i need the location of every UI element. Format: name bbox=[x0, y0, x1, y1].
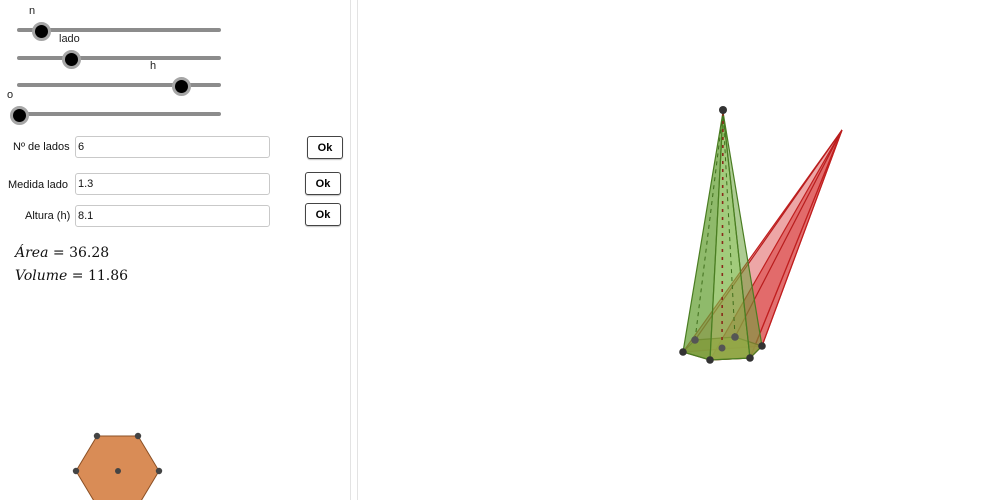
base-vertex-point[interactable] bbox=[679, 348, 687, 356]
hexagon-vertex-point[interactable] bbox=[134, 432, 142, 440]
hexagon-base-view[interactable] bbox=[0, 420, 350, 500]
volume-result: Volume = 11.86 bbox=[15, 268, 128, 284]
area-equals: = bbox=[52, 245, 65, 261]
field-side-length-label: Medida lado bbox=[8, 179, 68, 191]
volume-label: Volume bbox=[15, 268, 68, 284]
side-length-input[interactable] bbox=[75, 173, 270, 195]
hexagon-center-point[interactable] bbox=[115, 468, 121, 474]
volume-equals: = bbox=[71, 268, 84, 284]
num-sides-ok-button[interactable]: Ok bbox=[307, 136, 343, 159]
slider-lado-track[interactable] bbox=[17, 56, 221, 60]
field-height-label: Altura (h) bbox=[25, 210, 71, 222]
hexagon-vertex-point[interactable] bbox=[155, 467, 163, 475]
num-sides-input[interactable] bbox=[75, 136, 270, 158]
hexagon-vertex-point[interactable] bbox=[93, 432, 101, 440]
base-vertex-point[interactable] bbox=[758, 342, 766, 350]
height-ok-button[interactable]: Ok bbox=[305, 203, 341, 226]
slider-o-label: o bbox=[7, 89, 14, 101]
green-pyramid bbox=[682, 111, 763, 361]
slider-h-label: h bbox=[150, 60, 157, 72]
slider-o-track[interactable] bbox=[17, 112, 221, 116]
algebra-panel: n lado h o Nº de lados Ok Medida lado Ok… bbox=[0, 0, 350, 500]
area-result: Área = 36.28 bbox=[15, 245, 109, 261]
slider-lado-label: lado bbox=[59, 33, 80, 45]
field-num-sides-label: Nº de lados bbox=[13, 141, 70, 153]
hexagon-vertex-point[interactable] bbox=[72, 467, 80, 475]
slider-n-handle[interactable] bbox=[32, 22, 51, 41]
area-value: 36.28 bbox=[69, 245, 110, 261]
panel-divider[interactable] bbox=[350, 0, 358, 500]
graphics-3d-view[interactable] bbox=[358, 0, 1000, 500]
base-vertex-point[interactable] bbox=[731, 333, 739, 341]
base-vertex-point[interactable] bbox=[746, 354, 754, 362]
apex-point[interactable] bbox=[719, 106, 727, 114]
volume-value: 11.86 bbox=[87, 268, 129, 284]
area-label: Área bbox=[15, 245, 49, 261]
base-center-point[interactable] bbox=[718, 344, 726, 352]
base-vertex-point[interactable] bbox=[691, 336, 699, 344]
base-vertex-point[interactable] bbox=[706, 356, 714, 364]
pyramid-scene bbox=[679, 106, 843, 364]
slider-n-label: n bbox=[29, 5, 36, 17]
slider-o-handle[interactable] bbox=[10, 106, 29, 125]
hexagon-base-shape bbox=[75, 435, 160, 500]
side-length-ok-button[interactable]: Ok bbox=[305, 172, 341, 195]
slider-h-handle[interactable] bbox=[172, 77, 191, 96]
slider-lado-handle[interactable] bbox=[62, 50, 81, 69]
height-input[interactable] bbox=[75, 205, 270, 227]
